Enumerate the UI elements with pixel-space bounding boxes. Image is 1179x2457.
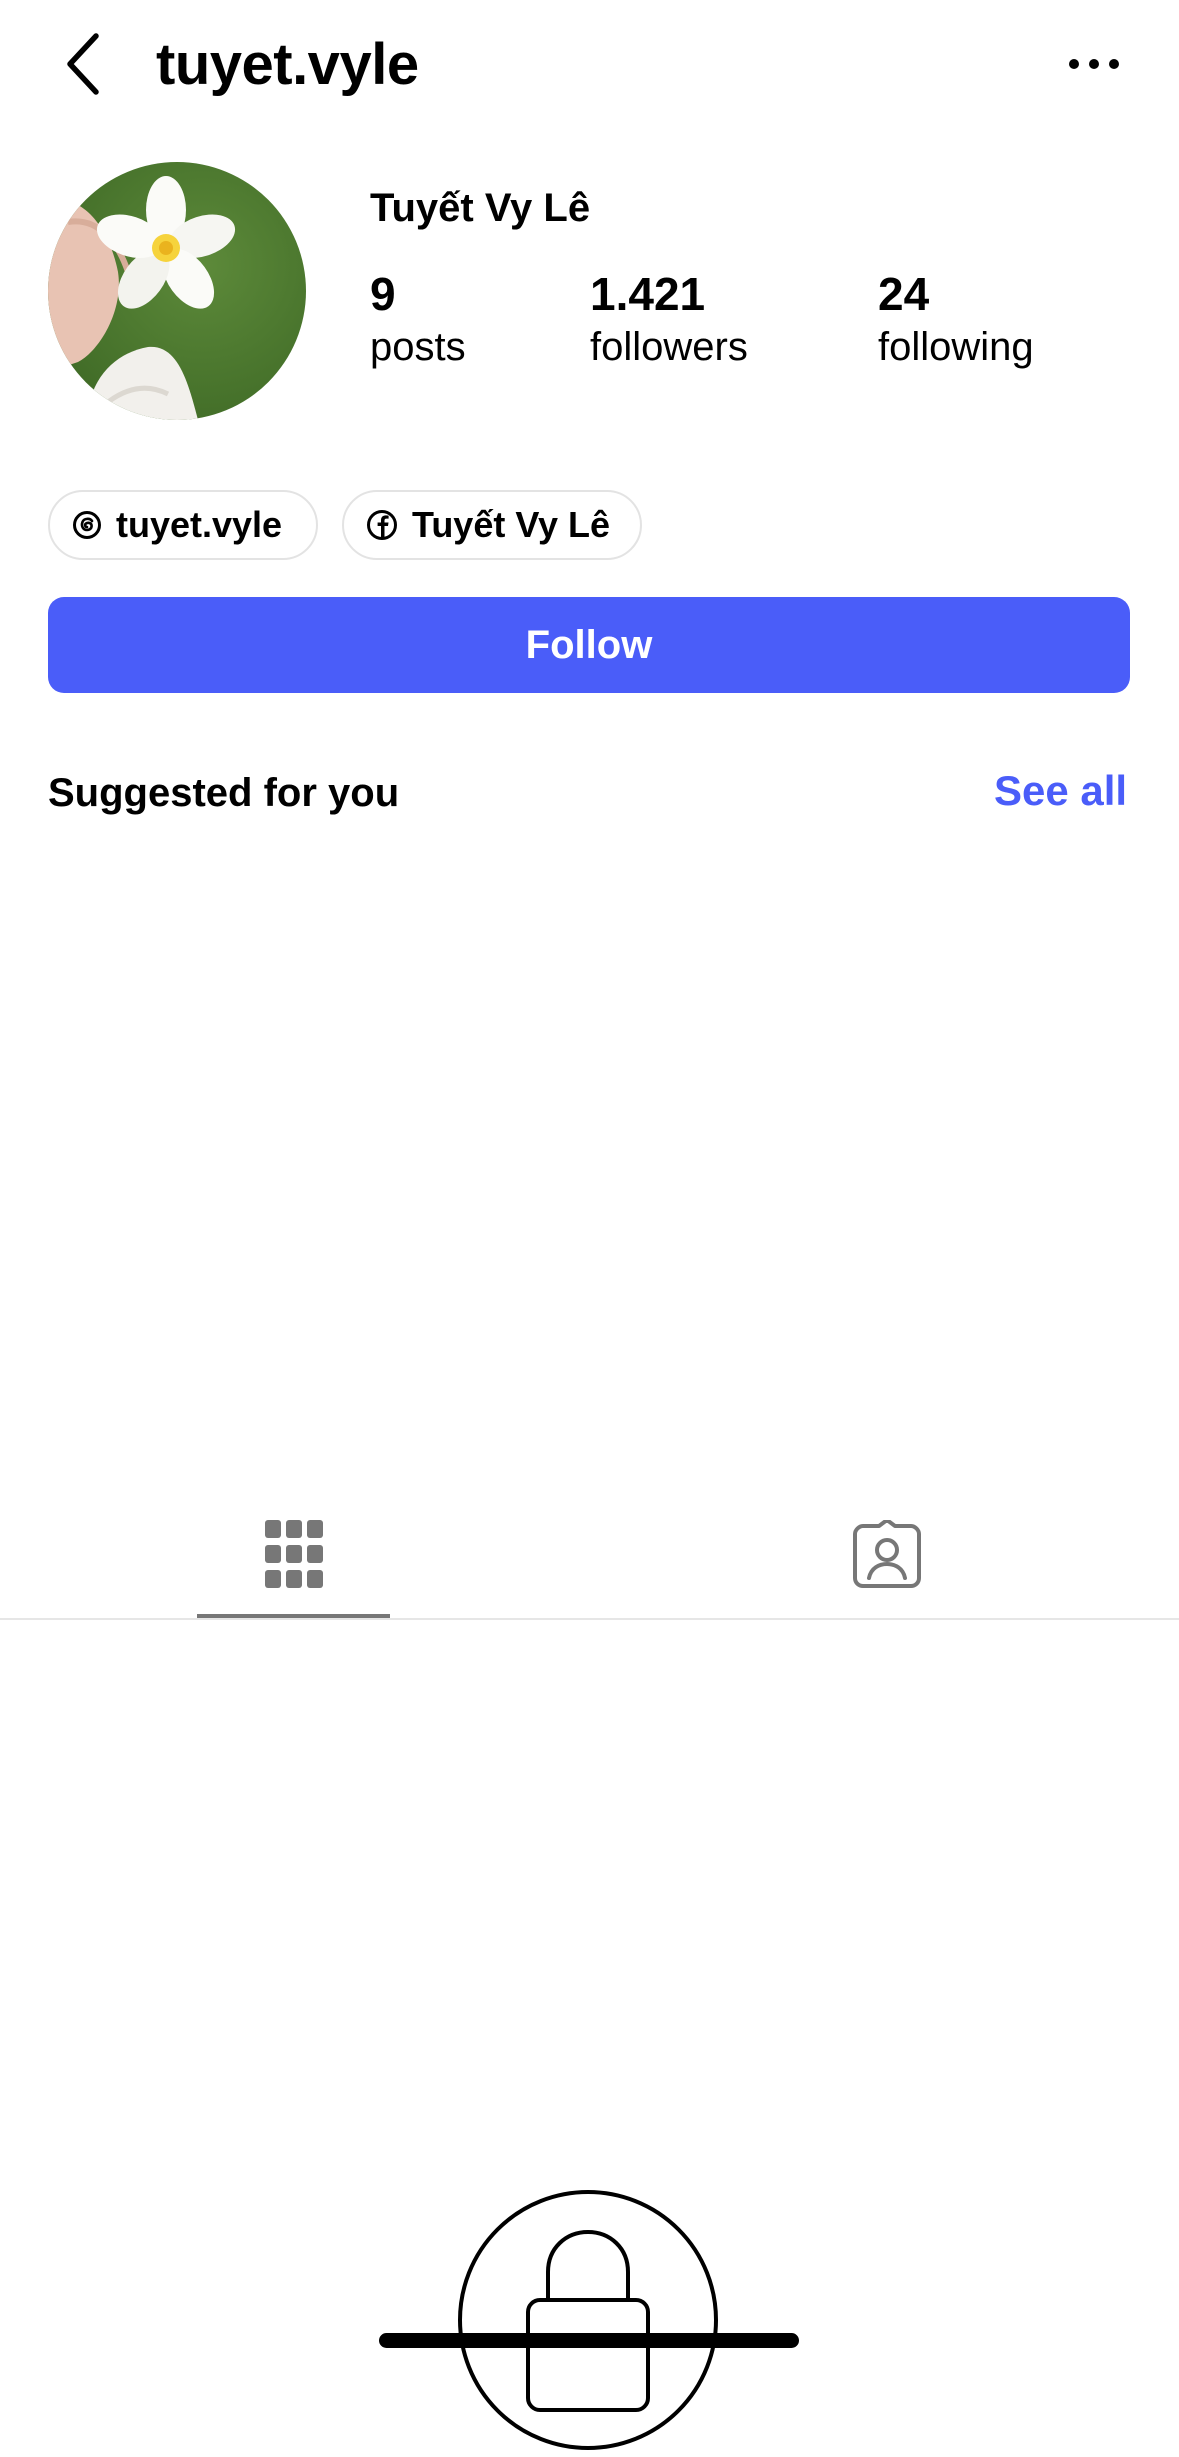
tab-tagged[interactable] (790, 1500, 983, 1620)
threads-link-label: tuyet.vyle (116, 504, 283, 545)
follow-button-label: Follow (525, 622, 653, 667)
following-label: following (878, 325, 1034, 369)
tab-posts-grid[interactable] (197, 1500, 390, 1620)
more-horizontal-icon (1069, 59, 1119, 69)
followers-stat[interactable]: 1.421 followers (590, 266, 748, 372)
posts-label: posts (370, 325, 466, 369)
more-options-button[interactable] (1062, 40, 1126, 88)
tagged-icon (852, 1520, 921, 1588)
grid-icon (264, 1520, 323, 1588)
posts-stat: 9 posts (370, 266, 466, 372)
tabs-divider (0, 1618, 1179, 1620)
threads-icon (73, 511, 101, 539)
follow-button[interactable]: Follow (48, 597, 1130, 693)
followers-count: 1.421 (590, 268, 706, 320)
following-stat[interactable]: 24 following (878, 266, 1034, 372)
facebook-link-chip[interactable]: Tuyết Vy Lê (342, 490, 642, 560)
posts-count: 9 (370, 268, 396, 320)
lock-icon (458, 2190, 718, 2450)
see-all-link[interactable]: See all (994, 763, 1127, 819)
profile-username: tuyet.vyle (156, 32, 419, 97)
home-indicator[interactable] (379, 2333, 799, 2348)
chevron-left-icon (67, 33, 99, 95)
facebook-icon (367, 510, 397, 540)
profile-full-name: Tuyết Vy Lê (370, 186, 591, 230)
private-account-indicator (456, 2188, 720, 2452)
back-button[interactable] (52, 28, 112, 100)
threads-link-chip[interactable]: tuyet.vyle (48, 490, 318, 560)
profile-photo-flower (48, 162, 306, 420)
followers-label: followers (590, 325, 748, 369)
facebook-link-label: Tuyết Vy Lê (412, 504, 611, 545)
suggested-section-title: Suggested for you (48, 771, 400, 815)
following-count: 24 (878, 268, 930, 320)
avatar[interactable] (48, 162, 306, 420)
